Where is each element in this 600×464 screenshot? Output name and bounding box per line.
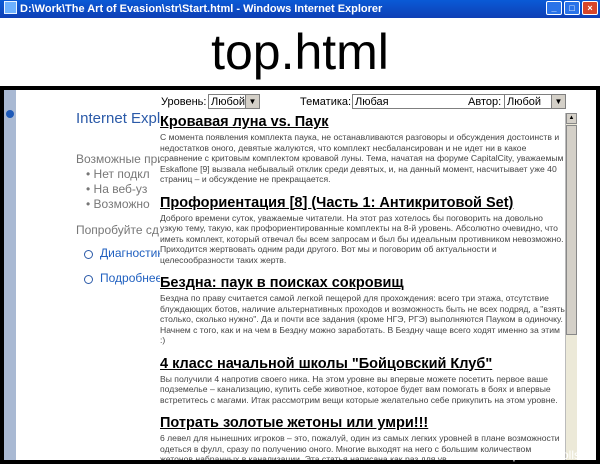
scroll-up-icon[interactable]: ▲ bbox=[566, 113, 577, 124]
more-info-link[interactable]: Подробнее bbox=[100, 271, 162, 285]
dropdown-arrow-icon[interactable]: ▼ bbox=[551, 95, 565, 108]
maximize-button[interactable]: □ bbox=[564, 1, 580, 15]
article-item: Кровавая луна vs. Паук С момента появлен… bbox=[160, 113, 565, 185]
ie-window: D:\Work\The Art of Evasion\str\Start.htm… bbox=[0, 0, 600, 464]
scroll-thumb[interactable] bbox=[566, 125, 577, 335]
article-item: Потрать золотые жетоны или умри!!! 6 лев… bbox=[160, 414, 565, 460]
error-bullet: • Возможно bbox=[86, 197, 150, 211]
article-title-link[interactable]: Профориентация [8] (Часть 1: Антикритово… bbox=[160, 194, 565, 212]
article-title-link[interactable]: Бездна: паук в поисках сокровищ bbox=[160, 274, 565, 292]
article-title-link[interactable]: Потрать золотые жетоны или умри!!! bbox=[160, 414, 565, 432]
article-summary: С момента появления комплекта паука, не … bbox=[160, 132, 564, 184]
window-title: D:\Work\The Art of Evasion\str\Start.htm… bbox=[20, 3, 383, 15]
error-bullet: • На веб-уз bbox=[86, 182, 148, 196]
article-summary: Доброго времени суток, уважаемые читател… bbox=[160, 212, 564, 265]
top-frame-heading: top.html bbox=[211, 24, 389, 80]
article-summary: Вы получили 4 напротив своего ника. На э… bbox=[160, 373, 558, 405]
error-line: Возможные при bbox=[76, 152, 164, 166]
article-item: Бездна: паук в поисках сокровищ Бездна п… bbox=[160, 274, 565, 346]
level-label: Уровень: bbox=[161, 96, 207, 108]
watermark: photo.scrolls.ru bbox=[512, 448, 594, 462]
article-summary: 6 левел для нынешних игроков – это, пожа… bbox=[160, 433, 560, 460]
ie-error-page: Internet Expl Возможные при • Нет подкл … bbox=[4, 90, 164, 460]
article-item: 4 класс начальной школы "Бойцовский Клуб… bbox=[160, 355, 565, 406]
error-try: Попробуйте сд bbox=[76, 223, 159, 237]
window-titlebar: D:\Work\The Art of Evasion\str\Start.htm… bbox=[0, 0, 600, 18]
top-frame: top.html bbox=[0, 18, 600, 90]
article-summary: Бездна по праву считается самой легкой п… bbox=[160, 293, 565, 345]
close-button[interactable]: × bbox=[582, 1, 598, 15]
article-title-link[interactable]: 4 класс начальной школы "Бойцовский Клуб… bbox=[160, 355, 565, 373]
author-select[interactable]: Любой ▼ bbox=[504, 94, 566, 109]
chevron-down-icon bbox=[84, 275, 93, 284]
error-title: Internet Expl bbox=[76, 110, 161, 127]
author-label: Автор: bbox=[468, 96, 502, 108]
diagnostics-link[interactable]: Диагностик bbox=[100, 246, 163, 260]
article-item: Профориентация [8] (Часть 1: Антикритово… bbox=[160, 194, 565, 266]
chevron-icon bbox=[84, 250, 93, 259]
error-sidebar bbox=[4, 90, 16, 460]
dropdown-arrow-icon[interactable]: ▼ bbox=[245, 95, 259, 108]
level-select[interactable]: Любой ▼ bbox=[208, 94, 260, 109]
article-list: Кровавая луна vs. Паук С момента появлен… bbox=[160, 113, 565, 460]
minimize-button[interactable]: _ bbox=[546, 1, 562, 15]
vertical-scrollbar[interactable]: ▲ bbox=[565, 113, 577, 460]
error-bullet: • Нет подкл bbox=[86, 167, 150, 181]
ie-icon bbox=[4, 1, 17, 14]
article-title-link[interactable]: Кровавая луна vs. Паук bbox=[160, 113, 565, 131]
info-icon bbox=[6, 110, 14, 118]
theme-label: Тематика: bbox=[300, 96, 352, 108]
